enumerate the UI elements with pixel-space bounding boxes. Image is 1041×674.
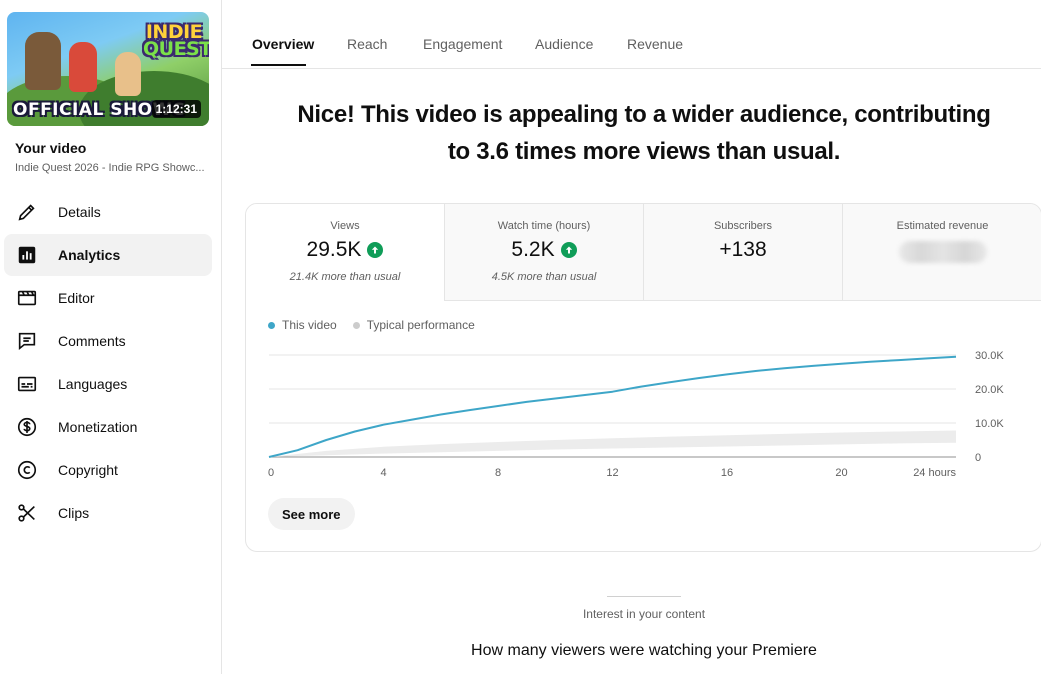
y-tick-label: 30.0K [975,350,1004,362]
sidebar-item-copyright[interactable]: Copyright [4,449,212,491]
sidebar-item-monetization[interactable]: Monetization [4,406,212,448]
metric-note: 21.4K more than usual [289,271,401,283]
section-divider [607,596,681,597]
sidebar-item-comments[interactable]: Comments [4,320,212,362]
sidebar-item-label: Comments [58,333,126,349]
thumbnail-logo: INDIE QUEST [143,21,209,60]
copyright-icon [16,459,38,481]
analytics-tabs: Overview Reach Engagement Audience Reven… [222,0,1041,69]
metric-value: 5.2K [445,238,643,262]
tab-reach[interactable]: Reach [346,36,388,52]
metric-label: Views [330,220,360,232]
analytics-icon [16,244,38,266]
metric-views[interactable]: Views 29.5K 21.4K more than usual [246,204,445,301]
x-tick-label: 24 hours [913,467,956,479]
sidebar-item-label: Copyright [58,462,118,478]
sidebar-item-editor[interactable]: Editor [4,277,212,319]
y-tick-label: 20.0K [975,384,1004,396]
legend-label: Typical performance [366,318,475,332]
headline-line: Nice! This video is appealing to a wider… [297,101,991,128]
legend-item-this-video[interactable]: This video [268,318,337,332]
sidebar-item-label: Editor [58,290,95,306]
legend-label: This video [282,318,337,332]
sidebar-item-label: Clips [58,505,90,521]
x-tick-label: 16 [721,467,733,479]
pencil-icon [16,201,38,223]
y-tick-label: 10.0K [975,418,1004,430]
headline-line: to 3.6 times more views than usual. [447,138,841,165]
typical-performance-band [269,430,956,457]
sidebar: INDIE QUEST OFFICIAL SHOWC 1:12:31 Your … [0,0,222,674]
metric-label: Subscribers [713,220,773,232]
see-more-button[interactable]: See more [268,498,355,530]
thumbnail-character [69,42,97,92]
metric-value: +138 [644,238,842,262]
metric-value-text: 5.2K [511,238,555,261]
sidebar-item-label: Analytics [58,247,121,263]
dollar-icon [16,416,38,438]
subtitles-icon [16,373,38,395]
metric-note: 4.5K more than usual [491,271,597,283]
sidebar-item-label: Monetization [58,419,138,435]
video-title: Indie Quest 2026 - Indie RPG Showc... [15,162,205,174]
metric-label: Watch time (hours) [497,220,591,232]
arrow-up-icon [367,242,384,258]
metric-tiles: Views 29.5K 21.4K more than usual Watch … [246,204,1041,301]
section-label: Interest in your content [582,607,706,621]
legend-item-typical[interactable]: Typical performance [352,318,475,332]
thumbnail-character [25,32,61,90]
x-tick-label: 4 [380,467,386,479]
y-tick-label: 0 [975,452,981,464]
sidebar-item-label: Details [58,204,101,220]
x-tick-label: 12 [606,467,618,479]
metric-value-text: +138 [719,238,767,261]
metrics-card: Views 29.5K 21.4K more than usual Watch … [245,203,1041,552]
your-video-label: Your video [15,140,87,156]
sidebar-item-details[interactable]: Details [4,191,212,233]
x-tick-label: 8 [495,467,501,479]
chart-legend: This video Typical performance [268,318,491,332]
scissors-icon [16,502,38,524]
x-tick-label: 0 [268,467,274,479]
tab-overview[interactable]: Overview [251,36,315,52]
views-chart: 30.0K 20.0K 10.0K 0 0 4 8 12 16 20 24 hours [268,350,1004,479]
metric-label: Estimated revenue [896,220,989,232]
tab-engagement[interactable]: Engagement [422,36,503,52]
sidebar-item-analytics[interactable]: Analytics [4,234,212,276]
section-title: How many viewers were watching your Prem… [471,642,817,659]
active-tab-indicator [251,64,306,66]
metric-estimated-revenue[interactable]: Estimated revenue [843,204,1041,301]
arrow-up-icon [560,242,577,258]
metric-watch-time[interactable]: Watch time (hours) 5.2K 4.5K more than u… [445,204,644,301]
redacted-value [899,241,987,263]
sidebar-item-label: Languages [58,376,128,392]
metric-subscribers[interactable]: Subscribers +138 [644,204,843,301]
sidebar-nav: Details Analytics Editor Comments Langua… [4,191,212,535]
x-tick-label: 20 [835,467,847,479]
tab-audience[interactable]: Audience [534,36,594,52]
video-thumbnail[interactable]: INDIE QUEST OFFICIAL SHOWC 1:12:31 [7,12,209,126]
sidebar-item-languages[interactable]: Languages [4,363,212,405]
legend-dot [268,321,275,329]
metric-value-text: 29.5K [306,238,362,261]
tab-revenue[interactable]: Revenue [626,36,684,52]
thumbnail-character [115,52,141,96]
headline: Nice! This video is appealing to a wider… [222,96,1041,170]
video-duration: 1:12:31 [151,100,201,118]
sidebar-item-clips[interactable]: Clips [4,492,212,534]
comment-icon [16,330,38,352]
metric-value: 29.5K [246,238,444,262]
film-icon [16,287,38,309]
legend-dot [352,321,360,329]
